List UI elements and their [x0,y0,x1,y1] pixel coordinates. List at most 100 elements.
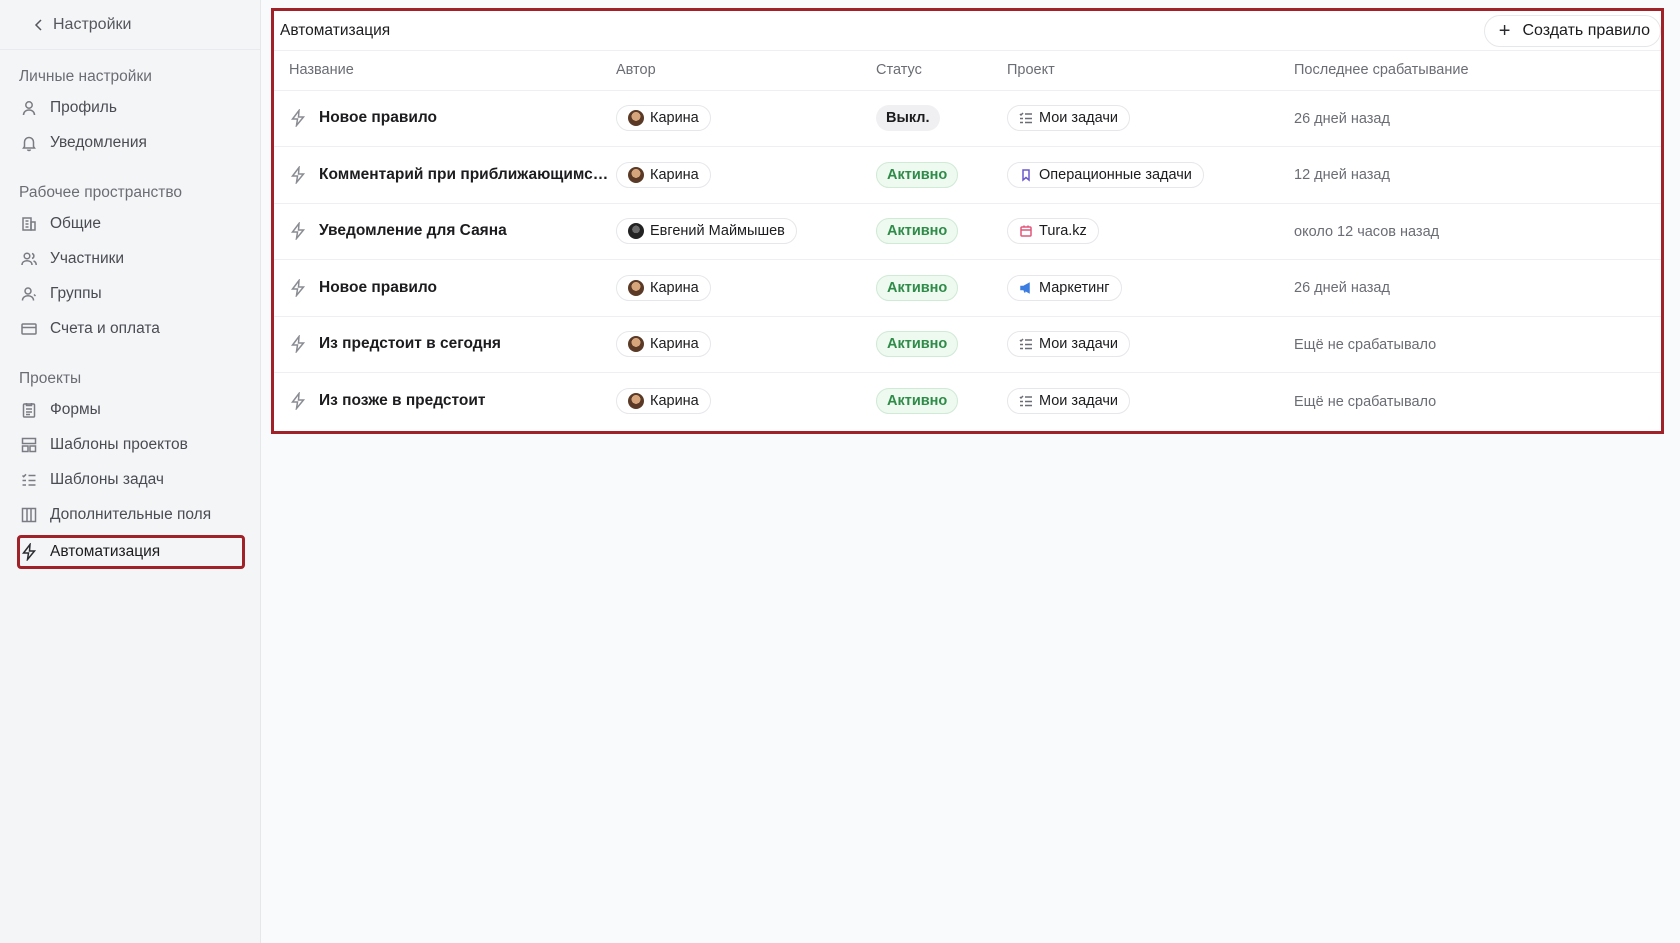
section-title-personal: Личные настройки [19,68,152,85]
table-row[interactable]: Из предстоит в сегодня Карина Активно Мо… [274,316,1661,373]
sidebar-item-label: Общие [50,215,101,232]
last-triggered: 26 дней назад [1294,110,1390,127]
sidebar-item-label: Профиль [50,99,117,116]
project-name: Мои задачи [1039,336,1119,353]
sidebar-item-members[interactable]: Участники [17,242,245,276]
last-triggered: 26 дней назад [1294,280,1390,297]
section-title-projects: Проекты [19,370,82,387]
status-badge[interactable]: Активно [876,161,959,188]
avatar [628,279,644,296]
project-chip[interactable]: Мои задачи [1007,331,1131,358]
column-header-name[interactable]: Название [274,51,616,91]
sidebar-item-automation[interactable]: Автоматизация [17,535,245,569]
sidebar-item-label: Автоматизация [50,543,161,560]
author-name: Карина [650,110,699,127]
table-row[interactable]: Комментарий при приближающимся... Карина… [274,146,1661,204]
megaphone-icon [1019,281,1033,295]
table-row[interactable]: Новое правило Карина Выкл. Мои задачи 26… [274,90,1661,147]
rule-name[interactable]: Из предстоит в сегодня [319,335,501,353]
last-triggered: Ещё не срабатывало [1294,336,1437,353]
avatar [628,110,644,127]
sidebar-item-profile[interactable]: Профиль [17,91,245,125]
group-icon [21,287,37,301]
author-chip[interactable]: Евгений Маймышев [616,218,797,245]
author-name: Евгений Маймышев [650,223,785,240]
sidebar-item-project-templates[interactable]: Шаблоны проектов [17,428,245,462]
sidebar-item-label: Дополнительные поля [50,506,212,523]
create-rule-button[interactable]: + Создать правило [1483,14,1661,47]
project-chip[interactable]: Мои задачи [1007,105,1131,132]
sidebar-item-billing[interactable]: Счета и оплата [17,312,245,346]
project-name: Мои задачи [1039,393,1119,409]
table-row[interactable]: Новое правило Карина Активно Маркетинг 2… [274,259,1661,317]
sidebar-item-forms[interactable]: Формы [17,393,245,427]
rule-name[interactable]: Уведомление для Саяна [319,222,507,240]
bell-icon [22,136,36,152]
sidebar-item-label: Формы [50,401,101,418]
sidebar-item-groups[interactable]: Группы [17,277,245,311]
column-header-status[interactable]: Статус [876,51,1007,91]
table-row[interactable]: Из позже в предстоит Карина Активно Мои … [274,373,1661,430]
back-label: Настройки [53,15,132,33]
status-badge[interactable]: Активно [876,218,959,245]
table-row[interactable]: Уведомление для Саяна Евгений Маймышев А… [274,203,1661,260]
author-chip[interactable]: Карина [616,388,711,414]
project-chip[interactable]: Маркетинг [1007,274,1122,301]
users-icon [21,252,37,266]
sidebar-item-label: Участники [50,250,125,267]
author-chip[interactable]: Карина [616,331,711,358]
sidebar-item-label: Группы [50,285,102,302]
author-chip[interactable]: Карина [616,274,711,301]
lightning-icon [290,165,306,184]
column-header-author[interactable]: Автор [616,51,876,91]
rule-name[interactable]: Комментарий при приближающимся... [319,166,614,184]
project-chip[interactable]: Операционные задачи [1007,161,1204,188]
sidebar-item-notifications[interactable]: Уведомления [17,126,245,160]
status-badge[interactable]: Активно [876,331,959,358]
last-triggered: Ещё не срабатывало [1294,393,1437,410]
rule-name[interactable]: Новое правило [319,109,437,127]
author-chip[interactable]: Карина [616,161,711,188]
project-chip[interactable]: Мои задачи [1007,388,1131,414]
lightning-icon [290,335,306,354]
project-name: Маркетинг [1039,279,1110,296]
rule-name[interactable]: Новое правило [319,279,437,297]
chevron-left-icon [34,18,42,31]
checklist-icon [1019,111,1033,125]
rule-name[interactable]: Из позже в предстоит [319,392,486,410]
card-icon [21,323,37,335]
status-badge[interactable]: Активно [876,274,959,301]
author-name: Карина [650,393,699,409]
back-to-settings-link[interactable]: Настройки [0,0,260,50]
section-title-workspace: Рабочее пространство [19,184,183,201]
sidebar-item-general[interactable]: Общие [17,207,245,241]
checklist-icon [1019,394,1033,408]
status-badge[interactable]: Выкл. [876,105,940,132]
sidebar-item-label: Уведомления [50,134,147,151]
columns-icon [21,507,37,523]
sidebar-item-label: Счета и оплата [50,320,160,337]
checklist-icon [21,473,36,486]
sidebar: Настройки Личные настройки Профиль Уведо… [0,0,261,943]
author-chip[interactable]: Карина [616,105,711,132]
project-name: Tura.kz [1039,223,1087,240]
table-header-row: Название Автор Статус Проект Последнее с… [274,51,1661,91]
checklist-icon [1019,337,1033,351]
user-icon [22,101,36,116]
building-icon [22,217,36,231]
sidebar-item-task-templates[interactable]: Шаблоны задач [17,463,245,497]
lightning-icon [290,392,306,410]
sidebar-item-custom-fields[interactable]: Дополнительные поля [17,498,245,532]
page-title: Автоматизация [280,21,391,39]
column-header-project[interactable]: Проект [1007,51,1294,91]
lightning-icon [290,278,306,297]
author-name: Карина [650,336,699,353]
avatar [628,223,644,240]
lightning-icon [290,109,306,128]
project-chip[interactable]: Tura.kz [1007,218,1099,245]
status-badge[interactable]: Активно [876,388,959,414]
avatar [628,393,644,409]
column-header-last-triggered[interactable]: Последнее срабатывание [1294,51,1661,91]
last-triggered: 12 дней назад [1294,167,1390,184]
author-name: Карина [650,166,699,183]
